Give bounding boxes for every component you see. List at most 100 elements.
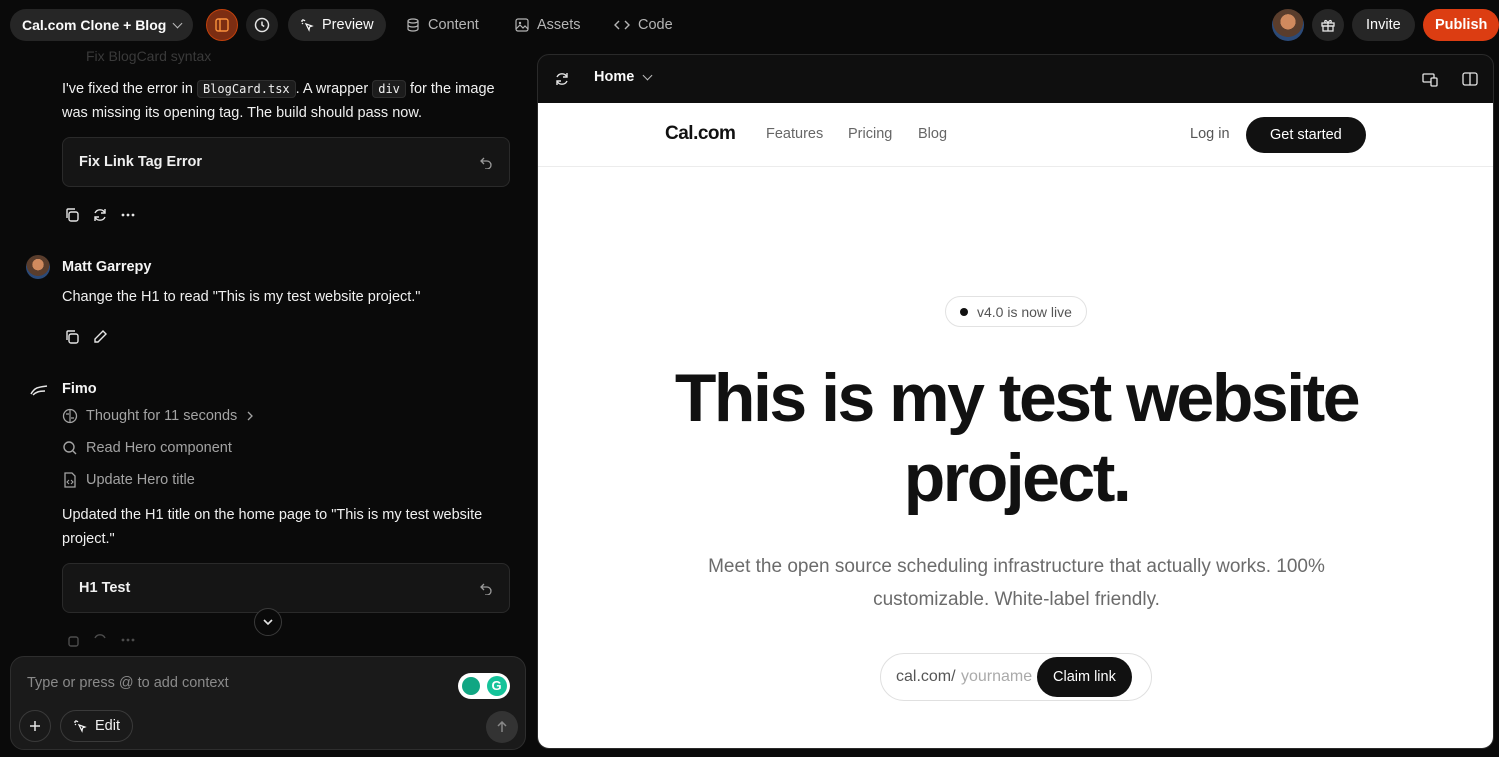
read-step: Read Hero component [62, 440, 232, 456]
hero-subtitle: Meet the open source scheduling infrastr… [708, 556, 1325, 610]
step-label: Update Hero title [86, 472, 195, 488]
undo-icon[interactable] [479, 581, 493, 595]
assistant-message: I've fixed the error in BlogCard.tsx. A … [62, 77, 512, 125]
user-name: Matt Garrepy [62, 259, 152, 275]
fimo-logo-icon [30, 383, 48, 401]
message-actions [64, 632, 136, 648]
message-actions [64, 207, 136, 223]
card-label: Fix Link Tag Error [79, 154, 203, 170]
tab-content[interactable]: Content [394, 9, 491, 41]
chat-input[interactable]: Type or press @ to add context [27, 675, 229, 691]
arrow-up-icon [497, 721, 507, 732]
chat-panel: Fix BlogCard syntax I've fixed the error… [0, 50, 536, 650]
status-badge[interactable]: v4.0 is now live [945, 296, 1087, 327]
card-label: H1 Test [79, 580, 131, 596]
step-label: Read Hero component [86, 440, 232, 456]
edit-label: Edit [95, 718, 120, 734]
dot-icon [960, 307, 968, 316]
grammarly-widget[interactable]: G [458, 673, 510, 699]
claim-link-button[interactable]: Claim link [1037, 657, 1132, 697]
top-bar: Cal.com Clone + Blog Preview Content Ass… [0, 0, 1499, 50]
project-selector[interactable]: Cal.com Clone + Blog [10, 9, 194, 41]
sidebar-icon [215, 18, 229, 32]
copy-icon[interactable] [64, 207, 80, 223]
send-button[interactable] [486, 711, 518, 743]
user-message: Change the H1 to read "This is my test w… [62, 289, 421, 305]
gift-button[interactable] [1312, 9, 1344, 41]
get-started-button[interactable]: Get started [1246, 117, 1366, 153]
sparkle-pointer-icon [74, 720, 87, 733]
grammarly-icon: G [486, 676, 507, 696]
sidebar-toggle-button[interactable] [206, 9, 238, 41]
regenerate-icon[interactable] [92, 632, 108, 648]
update-step: Update Hero title [62, 472, 195, 488]
assistant-name: Fimo [62, 381, 97, 397]
page-name: Home [594, 69, 635, 85]
inline-code: BlogCard.tsx [196, 80, 296, 98]
version-card[interactable]: Fix Link Tag Error [62, 137, 510, 187]
project-name: Cal.com Clone + Blog [22, 17, 167, 33]
tab-preview[interactable]: Preview [288, 9, 386, 41]
file-code-icon [64, 472, 76, 488]
publish-button[interactable]: Publish [1423, 9, 1499, 41]
avatar[interactable] [1272, 9, 1304, 41]
page-selector[interactable]: Home [594, 69, 653, 85]
claim-prefix: cal.com/ [896, 668, 956, 685]
inline-code: div [372, 80, 406, 98]
user-message-actions [64, 329, 108, 345]
nav-link-pricing[interactable]: Pricing [848, 126, 892, 142]
tab-code[interactable]: Code [602, 9, 685, 41]
user-avatar [26, 255, 50, 279]
nav-link-blog[interactable]: Blog [918, 126, 947, 142]
chevron-right-icon [247, 411, 254, 421]
clock-icon [254, 17, 270, 33]
nav-link-features[interactable]: Features [766, 126, 823, 142]
more-icon[interactable] [120, 207, 136, 223]
chat-composer: Type or press @ to add context G Edit [10, 656, 526, 750]
invite-button[interactable]: Invite [1352, 9, 1415, 41]
assistant-message: Updated the H1 title on the home page to… [62, 507, 483, 547]
website-preview: Cal.com Features Pricing Blog Log in Get… [538, 103, 1493, 748]
preview-toolbar: Home [538, 55, 1493, 103]
claim-form: cal.com/ yourname Claim link [880, 653, 1152, 701]
gift-icon [1321, 19, 1335, 32]
code-icon [614, 20, 630, 30]
username-input[interactable]: yourname [961, 668, 1032, 686]
pencil-icon[interactable] [92, 329, 108, 345]
history-button[interactable] [246, 9, 278, 41]
copy-icon[interactable] [64, 329, 80, 345]
sparkle-pointer-icon [301, 19, 314, 32]
login-link[interactable]: Log in [1190, 126, 1230, 142]
chevron-down-icon [172, 18, 183, 28]
scroll-down-button[interactable] [254, 608, 282, 636]
thought-step[interactable]: Thought for 11 seconds [62, 408, 255, 424]
responsive-icon[interactable] [1422, 71, 1438, 87]
add-context-button[interactable] [19, 710, 51, 742]
previous-card-title: Fix BlogCard syntax [86, 50, 212, 64]
tab-label: Code [638, 17, 673, 33]
copy-icon[interactable] [64, 632, 80, 648]
more-icon[interactable] [120, 632, 136, 648]
chevron-down-icon [263, 619, 273, 626]
badge-label: v4.0 is now live [977, 303, 1072, 320]
tab-assets[interactable]: Assets [503, 9, 593, 41]
lightbulb-icon [461, 677, 480, 695]
database-icon [407, 18, 419, 32]
undo-icon[interactable] [479, 155, 493, 169]
message-text: I've fixed the error in [62, 81, 193, 97]
tab-label: Assets [537, 17, 581, 33]
site-navbar: Cal.com Features Pricing Blog Log in Get… [538, 103, 1493, 167]
message-text: . A wrapper [295, 81, 369, 97]
hero-title: This is my test website project. [674, 360, 1361, 516]
edit-mode-button[interactable]: Edit [60, 710, 133, 742]
regenerate-icon[interactable] [92, 207, 108, 223]
version-card[interactable]: H1 Test [62, 563, 510, 613]
refresh-icon[interactable] [554, 71, 570, 87]
step-label: Thought for 11 seconds [86, 408, 238, 424]
site-logo[interactable]: Cal.com [665, 123, 736, 145]
search-icon [63, 441, 77, 455]
image-icon [515, 18, 529, 32]
split-view-icon[interactable] [1462, 71, 1478, 87]
tab-label: Preview [322, 17, 374, 33]
chevron-down-icon [642, 70, 653, 80]
